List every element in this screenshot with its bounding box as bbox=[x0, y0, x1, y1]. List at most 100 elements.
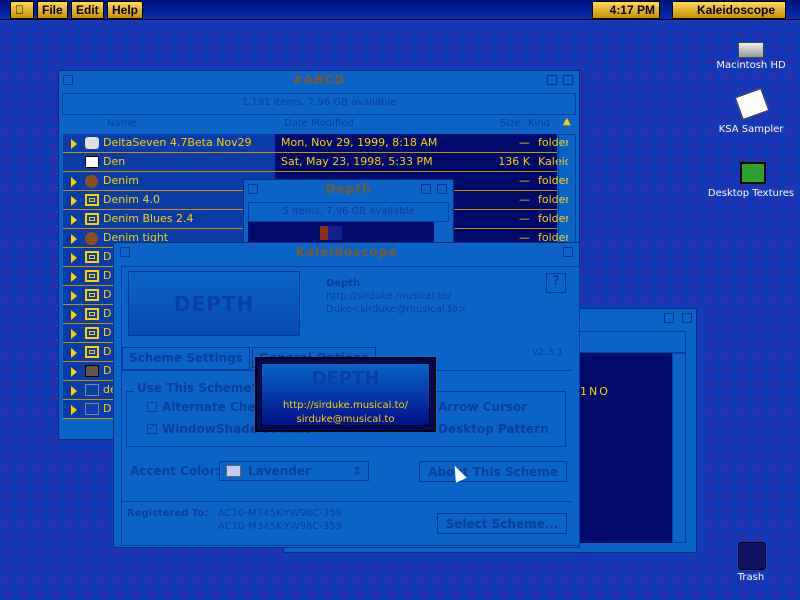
disclosure-triangle-icon[interactable] bbox=[71, 139, 77, 149]
table-row[interactable]: DeltaSeven 4.7Beta Nov29 Mon, Nov 29, 199… bbox=[63, 134, 568, 153]
file-name: D bbox=[103, 269, 112, 282]
collapse-box[interactable] bbox=[563, 247, 573, 257]
accent-color-value: Lavender bbox=[248, 464, 311, 478]
folder-icon bbox=[85, 346, 99, 358]
table-row[interactable]: DenSat, May 23, 1998, 5:33 PM136 KKaleid… bbox=[63, 153, 568, 172]
scrollbar[interactable] bbox=[672, 353, 686, 543]
collapse-box[interactable] bbox=[437, 184, 447, 194]
file-name: Denim bbox=[103, 174, 139, 187]
column-size[interactable]: Size bbox=[500, 118, 521, 129]
window-title: #ABCD bbox=[292, 73, 346, 87]
checkbox-alternate[interactable] bbox=[147, 402, 157, 412]
tab-scheme-settings[interactable]: Scheme Settings bbox=[122, 347, 250, 370]
disclosure-triangle-icon[interactable] bbox=[71, 348, 77, 358]
date-modified: Mon, Nov 29, 1999, 8:18 AM bbox=[281, 136, 438, 149]
file-name: D bbox=[103, 326, 112, 339]
disclosure-triangle-icon[interactable] bbox=[71, 272, 77, 282]
column-date[interactable]: Date Modified bbox=[284, 118, 354, 129]
disclosure-triangle-icon[interactable] bbox=[71, 215, 77, 225]
help-icon[interactable]: ? bbox=[546, 273, 566, 293]
file-name: Den bbox=[103, 155, 126, 168]
column-name[interactable]: Name bbox=[107, 118, 137, 129]
picture-icon bbox=[85, 365, 99, 377]
desktop-icon-macintosh-hd[interactable]: Macintosh HD bbox=[706, 60, 796, 71]
menu-bar:  File Edit Help 4:17 PM Kaleidoscope bbox=[0, 0, 800, 20]
disclosure-triangle-icon[interactable] bbox=[71, 253, 77, 263]
disclosure-triangle-icon[interactable] bbox=[71, 367, 77, 377]
color-swatch bbox=[226, 465, 241, 477]
sort-direction-icon[interactable]: ▲ bbox=[563, 116, 571, 127]
disclosure-triangle-icon[interactable] bbox=[71, 234, 77, 244]
window-title: Kaleidoscope bbox=[295, 245, 398, 259]
desktop-icon-desktop-textures[interactable]: Desktop Textures bbox=[706, 188, 796, 199]
divider bbox=[122, 501, 572, 502]
checkbox-windowshade-checked[interactable]: ✓ bbox=[147, 424, 157, 434]
zoom-box[interactable] bbox=[421, 184, 431, 194]
accent-color-popup[interactable]: Lavender ⇕ bbox=[219, 461, 369, 481]
menu-help[interactable]: Help bbox=[107, 1, 144, 19]
option-label[interactable]: Arrow Cursor bbox=[438, 400, 527, 414]
size: 136 K bbox=[498, 155, 530, 168]
folder-icon bbox=[85, 289, 99, 301]
file-name: Denim Blues 2.4 bbox=[103, 212, 194, 225]
size: — bbox=[519, 193, 530, 206]
details-cell: Mon, Nov 29, 1999, 8:18 AM — folder bbox=[275, 134, 568, 152]
column-kind[interactable]: Kind bbox=[528, 118, 550, 129]
menu-edit[interactable]: Edit bbox=[71, 1, 104, 19]
version-label: v2.3.1 bbox=[532, 347, 564, 358]
folder-icon bbox=[85, 251, 99, 263]
file-name: D bbox=[103, 250, 112, 263]
date-modified: Sat, May 23, 1998, 5:33 PM bbox=[281, 155, 433, 168]
option-label[interactable]: Desktop Pattern bbox=[438, 422, 549, 436]
disclosure-triangle-icon[interactable] bbox=[71, 405, 77, 415]
ksa-sampler-icon[interactable] bbox=[734, 87, 770, 121]
hard-disk-icon[interactable] bbox=[738, 42, 764, 58]
accent-color-label: Accent Color: bbox=[130, 464, 221, 478]
disclosure-triangle-icon[interactable] bbox=[71, 386, 77, 396]
desktop-icon-trash[interactable]: Trash bbox=[706, 572, 796, 583]
file-name: D bbox=[103, 345, 112, 358]
apple-menu-icon[interactable]:  bbox=[10, 1, 34, 19]
folder-icon bbox=[85, 194, 99, 206]
menu-file[interactable]: File bbox=[37, 1, 68, 19]
app-menu-label: Kaleidoscope bbox=[697, 3, 776, 17]
disclosure-triangle-icon[interactable] bbox=[71, 177, 77, 187]
popup-email: sirduke@musical.to bbox=[296, 414, 395, 425]
disclosure-triangle-icon[interactable] bbox=[71, 310, 77, 320]
disclosure-triangle-icon[interactable] bbox=[71, 196, 77, 206]
folder-icon bbox=[85, 327, 99, 339]
select-scheme-button[interactable]: Select Scheme... bbox=[437, 513, 567, 534]
scheme-url: http://sirduke.musical.to/ bbox=[326, 291, 452, 302]
trash-icon[interactable] bbox=[738, 542, 766, 570]
registered-label: Registered To: bbox=[127, 508, 209, 519]
folder-icon bbox=[85, 270, 99, 282]
column-headers: Name Date Modified Size Kind ▲ bbox=[62, 115, 576, 133]
scheme-author: Duke<sirduke@musical.to> bbox=[326, 304, 467, 315]
desktop-icon-ksa-sampler[interactable]: KSA Sampler bbox=[706, 124, 796, 135]
desktop-textures-icon[interactable] bbox=[740, 162, 766, 184]
application-menu[interactable]: Kaleidoscope bbox=[672, 1, 786, 19]
disclosure-triangle-icon[interactable] bbox=[71, 329, 77, 339]
about-scheme-popup: DEPTH http://sirduke.musical.to/ sirduke… bbox=[255, 357, 436, 432]
collapse-box[interactable] bbox=[682, 313, 692, 323]
alias-icon bbox=[85, 403, 99, 415]
menu-clock[interactable]: 4:17 PM bbox=[592, 1, 660, 19]
file-label: 1NO bbox=[580, 385, 610, 398]
file-name: D bbox=[103, 307, 112, 320]
zoom-box[interactable] bbox=[547, 75, 557, 85]
registration-code: AC10-M345K-YW98C-359 bbox=[218, 521, 343, 532]
file-name: D bbox=[103, 364, 112, 377]
info-bar: 1,191 items, 7.96 GB available bbox=[62, 93, 576, 115]
size: — bbox=[519, 212, 530, 225]
disk-icon bbox=[85, 137, 99, 149]
disclosure-triangle-icon[interactable] bbox=[71, 291, 77, 301]
file-icon[interactable] bbox=[320, 226, 342, 240]
about-this-scheme-button[interactable]: About This Scheme bbox=[419, 461, 567, 482]
name-cell: DeltaSeven 4.7Beta Nov29 bbox=[63, 134, 275, 152]
zoom-box[interactable] bbox=[664, 313, 674, 323]
options-group-label: Use This Scheme's: bbox=[134, 381, 271, 395]
collapse-box[interactable] bbox=[563, 75, 573, 85]
scheme-file-icon bbox=[85, 156, 99, 168]
file-name: DeltaSeven 4.7Beta Nov29 bbox=[103, 136, 252, 149]
info-bar: 5 items, 7.96 GB available bbox=[248, 202, 449, 222]
